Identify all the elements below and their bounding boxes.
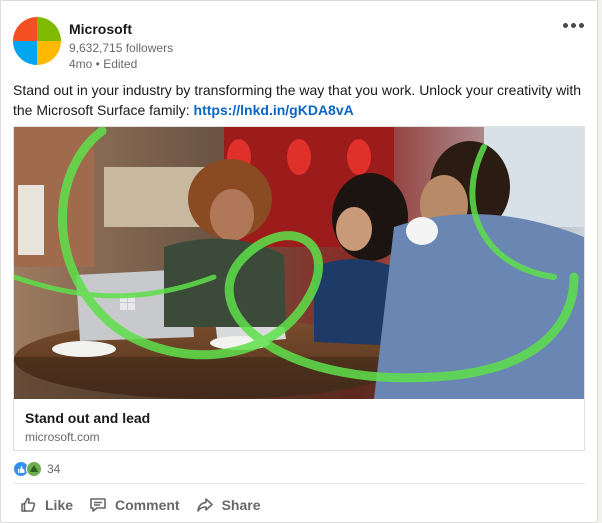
support-icon [26, 461, 42, 477]
thumbs-up-icon [21, 497, 36, 512]
share-label: Share [221, 497, 261, 513]
company-logo[interactable] [13, 17, 61, 65]
comment-label: Comment [115, 497, 180, 513]
share-icon [196, 498, 213, 512]
social-actions: Like Comment Share [11, 490, 269, 520]
comment-icon [90, 498, 106, 512]
logo-green-square [37, 17, 61, 41]
follower-count: 9,632,715 followers [69, 41, 174, 55]
preview-domain: microsoft.com [25, 430, 100, 444]
like-button[interactable]: Like [11, 490, 81, 520]
divider [13, 483, 585, 484]
logo-blue-square [13, 41, 37, 65]
post-body: Stand out in your industry by transformi… [13, 80, 593, 120]
company-name[interactable]: Microsoft [69, 21, 132, 37]
like-label: Like [45, 497, 74, 513]
post-link[interactable]: https://lnkd.in/gKDA8vA [194, 102, 354, 118]
preview-info: Stand out and lead microsoft.com [14, 399, 584, 450]
reaction-summary[interactable]: 34 [13, 460, 60, 478]
logo-yellow-square [37, 41, 61, 65]
reaction-count: 34 [47, 462, 61, 476]
share-button[interactable]: Share [188, 490, 269, 520]
link-preview-card[interactable]: Stand out and lead microsoft.com [13, 126, 585, 451]
post-card: Microsoft 9,632,715 followers 4mo • Edit… [0, 0, 598, 523]
logo-red-square [13, 17, 37, 41]
preview-image[interactable] [14, 127, 584, 399]
post-header: Microsoft 9,632,715 followers 4mo • Edit… [13, 15, 589, 71]
comment-button[interactable]: Comment [81, 490, 188, 520]
preview-title[interactable]: Stand out and lead [25, 410, 150, 426]
post-timestamp: 4mo • Edited [69, 57, 138, 71]
ellipsis-icon[interactable] [557, 13, 589, 37]
